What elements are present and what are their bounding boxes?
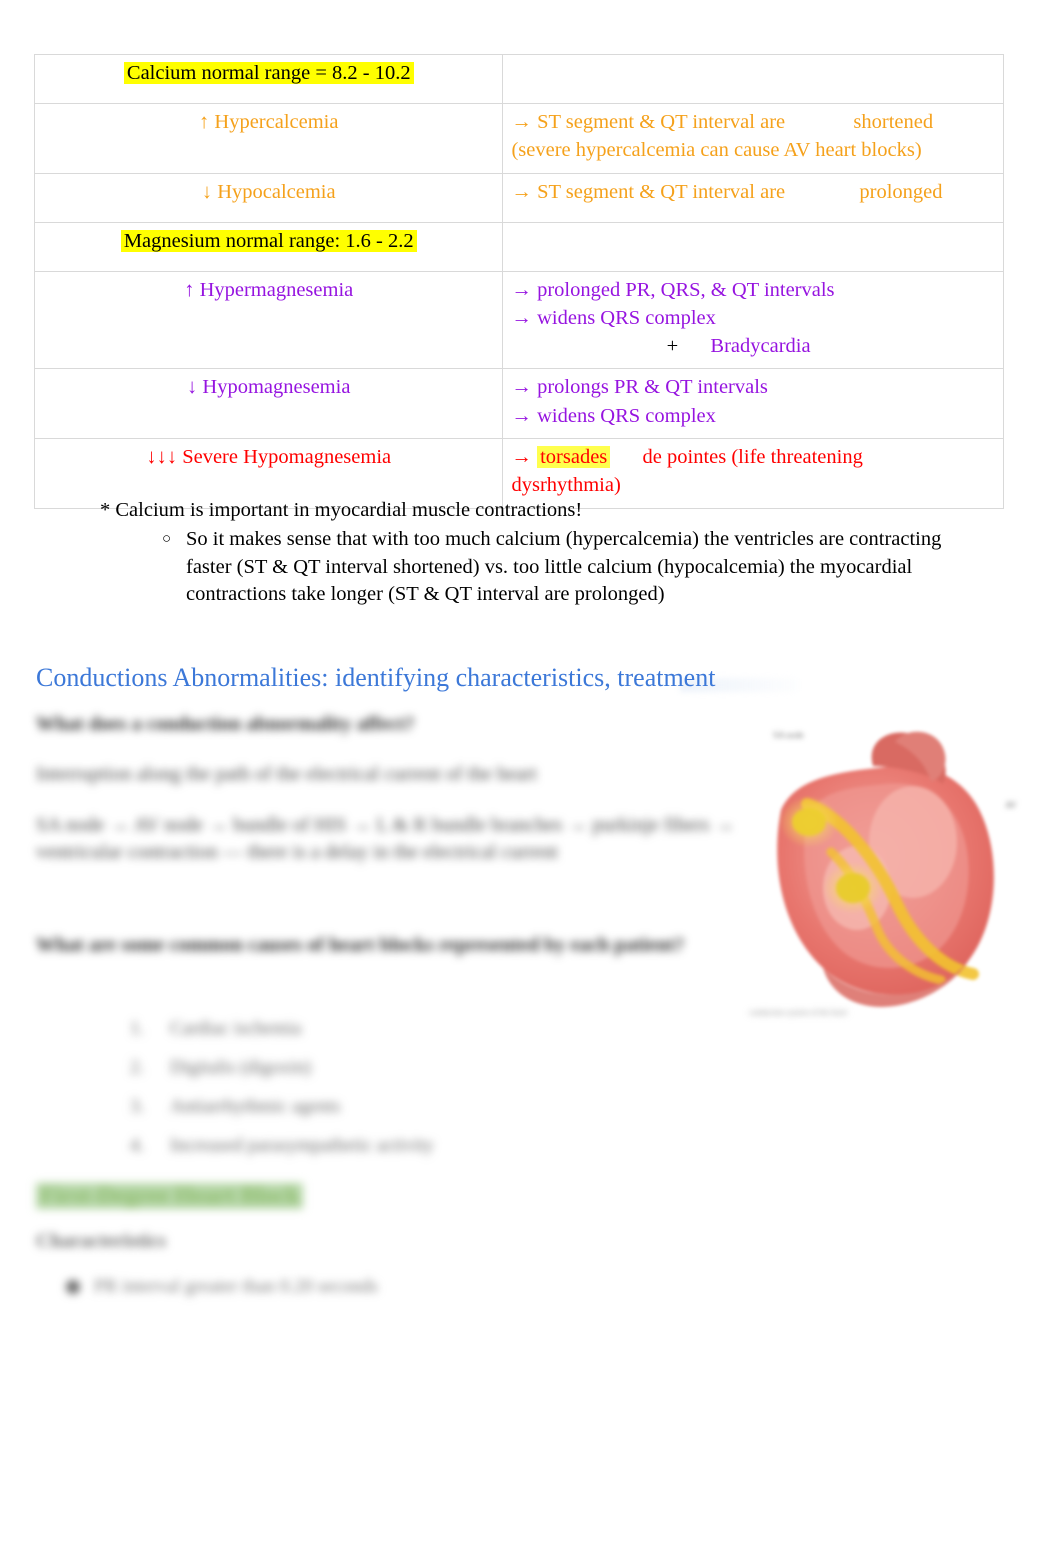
table-row: ↑ Hypercalcemia → ST segment & QT interv… [33, 103, 1004, 174]
redacted-answer-1: Interruption along the path of the elect… [36, 763, 537, 785]
effect-text: Bradycardia [710, 335, 811, 358]
sa-node-label: SA node [773, 730, 804, 740]
calcium-range-text: Calcium normal range = 8.2 - 10.2 [123, 62, 414, 84]
effect-text: de pointes (life threatening [642, 445, 863, 468]
list-item-label: Digitalis (digoxin) [170, 1056, 311, 1078]
cell-hypocalcemia-effect: → ST segment & QT interval are prolonged [502, 172, 1004, 223]
list-number: 1. [130, 1018, 145, 1039]
list-item: 4. Increased parasympathetic activity [130, 1127, 550, 1166]
effect-line: + Bradycardia [511, 332, 995, 360]
heart-conduction-figure: SA node AV conduction system of the hear… [745, 722, 1017, 1022]
magnesium-range-text: Magnesium normal range: 1.6 - 2.2 [120, 229, 417, 252]
av-node-label: AV [1005, 800, 1017, 810]
cell-calcium-range-effect [502, 54, 1004, 104]
effect-text: prolongs PR & QT intervals [537, 376, 768, 399]
arrow-glyph: → [511, 306, 532, 329]
list-item-label: Increased parasympathetic activity [170, 1134, 434, 1156]
calcium-note-sub-text: So it makes sense that with too much cal… [186, 528, 942, 606]
list-number: 4. [130, 1134, 145, 1156]
effect-line: → prolongs PR & QT intervals [511, 373, 995, 401]
hypocalcemia-label: ↓ Hypocalcemia [201, 180, 336, 203]
calcium-note-sub-item: ○ So it makes sense that with too much c… [162, 526, 980, 608]
effect-text: widens QRS complex [537, 306, 716, 329]
list-item: 1. Cardiac ischemia [130, 1010, 550, 1049]
effect-text: ST segment & QT interval are [537, 111, 786, 133]
cell-hypercalcemia: ↑ Hypercalcemia [33, 103, 504, 174]
effect-line: → widens QRS complex [511, 402, 995, 430]
cell-hypocalcemia: ↓ Hypocalcemia [33, 172, 504, 223]
table-row: ↓ Hypocalcemia → ST segment & QT interva… [33, 172, 1004, 223]
cell-magnesium-range-effect [502, 221, 1004, 272]
arrow-glyph: → [511, 278, 532, 301]
heart-figure-caption: conduction system of the heart [749, 1008, 848, 1017]
arrow-glyph: → [511, 111, 532, 133]
redacted-green-heading: First-Degree Heart Block [36, 1183, 304, 1210]
redacted-characteristics-label: Characteristics [36, 1230, 166, 1252]
hypermagnesemia-label: ↑ Hypermagnesemia [184, 278, 354, 301]
table-row: Magnesium normal range: 1.6 - 2.2 [33, 221, 1004, 272]
effect-line: → ST segment & QT interval are prolonged [511, 178, 995, 206]
arrow-glyph: → [511, 445, 532, 468]
cell-hypomagnesemia-effect: → prolongs PR & QT intervals → widens QR… [502, 368, 1004, 439]
heart-anatomy-icon [777, 731, 994, 1007]
redacted-bullet-item: PR interval greater than 0.20 seconds [66, 1276, 378, 1298]
calcium-note: * Calcium is important in myocardial mus… [100, 497, 980, 609]
effect-text: prolonged PR, QRS, & QT intervals [537, 278, 835, 301]
list-number: 2. [130, 1056, 145, 1078]
effect-line-2: dysrhythmia) [511, 474, 621, 497]
table-row: ↓ Hypomagnesemia → prolongs PR & QT inte… [33, 368, 1004, 439]
redacted-bullet-text: PR interval greater than 0.20 seconds [94, 1276, 378, 1297]
hypomagnesemia-label: ↓ Hypomagnesemia [187, 376, 351, 399]
cell-magnesium-range: Magnesium normal range: 1.6 - 2.2 [33, 221, 504, 272]
severe-hypomagnesemia-label: ↓↓↓ Severe Hypomagnesemia [146, 445, 392, 468]
effect-keyword: prolonged [859, 180, 943, 203]
effect-text: widens QRS complex [537, 404, 716, 427]
electrolyte-ecg-table: Calcium normal range = 8.2 - 10.2 ↑ Hype… [33, 54, 1004, 509]
plus-glyph: + [666, 335, 679, 358]
green-heading-text: First-Degree Heart Block [36, 1183, 304, 1209]
cell-hypercalcemia-effect: → ST segment & QT interval are shortened… [502, 103, 1004, 174]
list-item: 3. Antiarrhythmic agents [130, 1088, 550, 1127]
table-row: ↑ Hypermagnesemia → prolonged PR, QRS, &… [33, 270, 1004, 370]
calcium-note-headline: * Calcium is important in myocardial mus… [100, 499, 583, 521]
redacted-question-2: What are some common causes of heart blo… [36, 934, 685, 956]
hypercalcemia-label: ↑ Hypercalcemia [199, 111, 339, 133]
list-number: 3. [130, 1095, 145, 1117]
cell-hypermagnesemia: ↑ Hypermagnesemia [33, 270, 504, 370]
filled-bullet-icon [66, 1280, 80, 1294]
effect-line: → widens QRS complex [511, 304, 995, 332]
effect-note: (severe hypercalcemia can cause AV heart… [511, 139, 922, 162]
document-page: Calcium normal range = 8.2 - 10.2 ↑ Hype… [0, 0, 1062, 1561]
table-row: Calcium normal range = 8.2 - 10.2 [33, 54, 1004, 104]
page-title: Conductions Abnormalities: identifying c… [36, 663, 716, 692]
cell-hypomagnesemia: ↓ Hypomagnesemia [33, 368, 504, 439]
arrow-glyph: → [511, 376, 532, 399]
redacted-answer-2: SA node → AV node → bundle of HIS → L & … [36, 814, 735, 863]
cell-hypermagnesemia-effect: → prolonged PR, QRS, & QT intervals → wi… [502, 270, 1004, 370]
effect-line: → ST segment & QT interval are shortened [511, 108, 995, 136]
effect-keyword: shortened [853, 111, 934, 133]
arrow-glyph: → [511, 404, 532, 427]
arrow-glyph: → [511, 180, 532, 203]
redacted-question-1: What does a conduction abnormality affec… [36, 713, 415, 735]
effect-line: → prolonged PR, QRS, & QT intervals [511, 276, 995, 304]
effect-line: → torsades de pointes (life threatening [511, 443, 995, 471]
cell-calcium-range: Calcium normal range = 8.2 - 10.2 [33, 54, 504, 104]
torsades-highlight: torsades [537, 445, 611, 468]
effect-text: ST segment & QT interval are [537, 180, 786, 203]
redacted-causes-list: 1. Cardiac ischemia 2. Digitalis (digoxin)… [130, 1010, 550, 1166]
list-item-label: Cardiac ischemia [170, 1018, 302, 1039]
list-item-label: Antiarrhythmic agents [170, 1095, 341, 1117]
circle-bullet-icon: ○ [162, 531, 172, 548]
list-item: 2. Digitalis (digoxin) [130, 1049, 550, 1088]
